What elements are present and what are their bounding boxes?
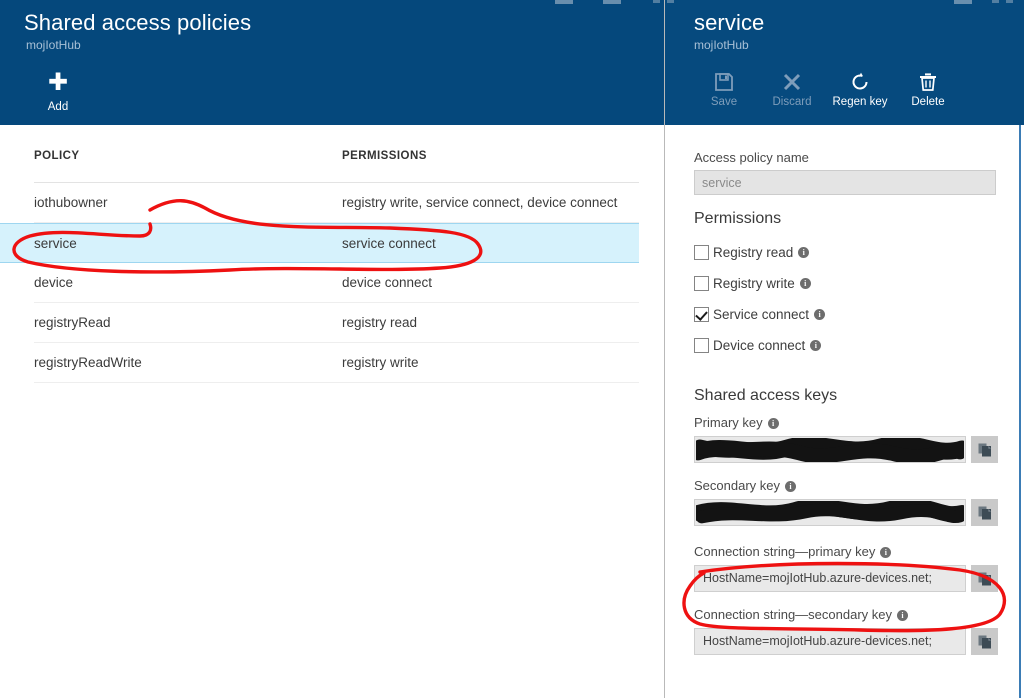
permission-registry-read[interactable]: Registry read i xyxy=(694,237,1004,268)
info-icon[interactable]: i xyxy=(810,340,822,351)
page-title: Shared access policies xyxy=(24,10,252,35)
info-icon[interactable]: i xyxy=(785,481,796,492)
secondary-key-label: Secondary key xyxy=(694,478,780,493)
copy-icon xyxy=(978,635,991,648)
table-row[interactable]: registryReadWrite registry write xyxy=(34,343,639,383)
cell-permissions: device connect xyxy=(342,275,433,290)
cell-permissions: registry read xyxy=(342,315,418,330)
blade-right-edge xyxy=(1019,125,1021,698)
redaction-mark xyxy=(696,501,964,524)
shared-access-keys-group: Shared access keys Primary key i Seconda… xyxy=(694,387,1004,655)
copy-icon xyxy=(978,443,991,456)
info-icon[interactable]: i xyxy=(880,547,892,558)
info-icon[interactable]: i xyxy=(798,247,810,258)
cell-policy: registryReadWrite xyxy=(34,355,142,370)
permissions-title: Permissions xyxy=(694,210,782,227)
copy-connection-string-secondary-button[interactable] xyxy=(971,628,998,655)
column-header-permissions: PERMISSIONS xyxy=(342,150,427,162)
copy-icon xyxy=(978,572,991,585)
info-icon[interactable]: i xyxy=(767,418,779,429)
connection-string-secondary-row: HostName=mojIotHub.azure-devices.net; xyxy=(694,628,1004,655)
save-icon xyxy=(715,73,733,91)
connection-string-secondary-label: Connection string—secondary key xyxy=(694,607,892,622)
permission-label: Registry write xyxy=(713,276,795,291)
cell-policy: device xyxy=(34,275,74,290)
redaction-mark xyxy=(696,438,964,462)
left-command-bar: ✚ Add xyxy=(24,68,92,113)
cell-permissions: service connect xyxy=(342,235,436,251)
access-policy-name-label: Access policy name xyxy=(694,150,809,165)
permission-registry-write[interactable]: Registry write i xyxy=(694,268,1004,299)
add-button[interactable]: ✚ Add xyxy=(24,68,92,113)
cell-permissions: registry write, service connect, device … xyxy=(342,195,618,210)
permission-device-connect[interactable]: Device connect i xyxy=(694,330,1004,361)
registry-read-checkbox[interactable] xyxy=(694,245,709,260)
refresh-icon xyxy=(852,72,868,90)
registry-write-checkbox[interactable] xyxy=(694,276,709,291)
device-connect-checkbox[interactable] xyxy=(694,338,709,353)
detail-subtitle: mojIotHub xyxy=(694,38,749,52)
copy-secondary-key-button[interactable] xyxy=(971,499,998,526)
table-row[interactable]: registryRead registry read xyxy=(34,303,639,343)
policy-detail-form: Access policy name Permissions Registry … xyxy=(694,150,1004,655)
service-connect-checkbox[interactable] xyxy=(694,307,709,322)
permissions-group: Permissions Registry read i Registry wri… xyxy=(694,210,1004,361)
primary-key-label: Primary key xyxy=(694,415,763,430)
permission-label: Device connect xyxy=(713,338,806,353)
regen-key-button[interactable]: Regen key xyxy=(826,68,894,108)
primary-key-row xyxy=(694,436,1004,463)
shared-access-keys-title: Shared access keys xyxy=(694,387,838,404)
connection-string-primary-row: HostName=mojIotHub.azure-devices.net; xyxy=(694,565,1004,592)
table-row-selected[interactable]: service service connect xyxy=(0,223,639,263)
permission-service-connect[interactable]: Service connect i xyxy=(694,299,1004,330)
copy-connection-string-primary-button[interactable] xyxy=(971,565,998,592)
cell-policy: service xyxy=(34,235,77,251)
right-command-bar: Save Discard Regen key Delete xyxy=(690,68,962,108)
access-policy-name-input[interactable] xyxy=(694,170,996,195)
cell-policy: registryRead xyxy=(34,315,111,330)
table-row[interactable]: iothubowner registry write, service conn… xyxy=(34,183,639,223)
secondary-key-row xyxy=(694,499,1004,526)
close-icon xyxy=(783,73,801,91)
cell-permissions: registry write xyxy=(342,355,419,370)
permission-label: Service connect xyxy=(713,307,810,322)
save-button[interactable]: Save xyxy=(690,68,758,108)
column-header-policy: POLICY xyxy=(34,150,80,162)
detail-title: service xyxy=(694,10,765,35)
discard-button[interactable]: Discard xyxy=(758,68,826,108)
primary-key-input[interactable] xyxy=(694,436,966,463)
delete-button[interactable]: Delete xyxy=(894,68,962,108)
policies-table: POLICY PERMISSIONS iothubowner registry … xyxy=(0,150,639,383)
info-icon[interactable]: i xyxy=(897,610,908,621)
page-subtitle: mojIotHub xyxy=(26,38,81,52)
trash-icon xyxy=(920,73,936,91)
info-icon[interactable]: i xyxy=(799,278,811,289)
plus-icon: ✚ xyxy=(47,69,69,96)
secondary-key-input[interactable] xyxy=(694,499,966,526)
azure-portal-screen: Shared access policies mojIotHub ✚ Add s… xyxy=(0,0,1024,698)
cell-policy: iothubowner xyxy=(34,195,108,210)
connection-string-secondary-input[interactable]: HostName=mojIotHub.azure-devices.net; xyxy=(694,628,966,655)
copy-primary-key-button[interactable] xyxy=(971,436,998,463)
permission-label: Registry read xyxy=(713,245,794,260)
copy-icon xyxy=(978,506,991,519)
connection-string-primary-label: Connection string—primary key xyxy=(694,544,876,559)
info-icon[interactable]: i xyxy=(814,309,826,320)
table-row[interactable]: device device connect xyxy=(34,263,639,303)
table-header-row: POLICY PERMISSIONS xyxy=(34,150,639,183)
connection-string-primary-input[interactable]: HostName=mojIotHub.azure-devices.net; xyxy=(694,565,966,592)
